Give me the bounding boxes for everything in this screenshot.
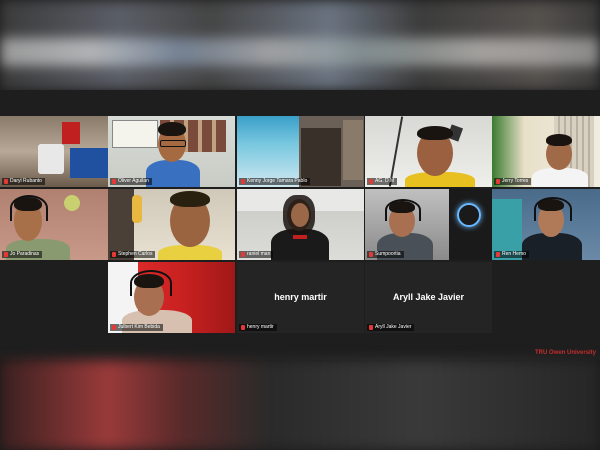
blurred-background-top	[0, 0, 600, 90]
participant-display-name: henry martir	[274, 292, 327, 302]
participant-name-label: Aryll Jake Javier	[367, 324, 415, 331]
mic-muted-icon	[241, 252, 245, 257]
mic-muted-icon	[112, 179, 116, 184]
mic-muted-icon	[112, 252, 116, 257]
participant-name-label: Oliver Aguilan	[110, 178, 152, 185]
participant-display-name: Aryll Jake Javier	[392, 292, 465, 302]
video-tile[interactable]: Jerry Torres	[492, 116, 600, 187]
video-tile[interactable]: Stephen Carlos	[108, 189, 235, 260]
participant-name-label: Jo Paradinas	[2, 251, 43, 258]
video-tile-camera-off[interactable]: Aryll Jake Javier Aryll Jake Javier	[365, 262, 492, 333]
video-tile[interactable]: Sumpoortia	[365, 189, 492, 260]
participant-name-label: Stephen Carlos	[110, 251, 156, 258]
video-tile[interactable]: Julbert Kim Bebida	[108, 262, 235, 333]
mic-muted-icon	[241, 179, 245, 184]
mic-muted-icon	[496, 252, 500, 257]
video-tile[interactable]: AG. D.M	[365, 116, 492, 187]
mic-muted-icon	[496, 179, 500, 184]
video-tile[interactable]: Ren Hemo	[492, 189, 600, 260]
participant-name-label: raniel man	[239, 251, 274, 258]
mic-muted-icon	[369, 325, 373, 330]
video-tile-active-speaker[interactable]: Oliver Aguilan	[108, 116, 235, 187]
mic-muted-icon	[4, 179, 8, 184]
participant-name-label: Sumpoortia	[367, 251, 404, 258]
mic-muted-icon	[241, 325, 245, 330]
mic-muted-icon	[112, 325, 116, 330]
video-meeting-gallery: Daryl Rubanto Oliver Aguilan Kenny Jorge…	[0, 90, 600, 360]
participant-name-label: henry martir	[239, 324, 277, 331]
participant-name-label: Julbert Kim Bebida	[110, 324, 163, 331]
mic-muted-icon	[4, 252, 8, 257]
mic-muted-icon	[369, 179, 373, 184]
blurred-background-bottom	[0, 360, 600, 450]
participant-name-label: Jerry Torres	[494, 178, 532, 185]
watermark-logo: TRU Owen University	[534, 350, 596, 356]
participant-name-label: Ren Hemo	[494, 251, 529, 258]
video-tile[interactable]: raniel man	[237, 189, 364, 260]
video-tile-camera-off[interactable]: henry martir henry martir	[237, 262, 364, 333]
participant-name-label: Daryl Rubanto	[2, 178, 45, 185]
mic-muted-icon	[369, 252, 373, 257]
participant-name-label: Kenny Jorge Tamara Pablo	[239, 178, 311, 185]
participant-name-label: AG. D.M	[367, 178, 398, 185]
video-tile[interactable]: Kenny Jorge Tamara Pablo	[237, 116, 364, 187]
